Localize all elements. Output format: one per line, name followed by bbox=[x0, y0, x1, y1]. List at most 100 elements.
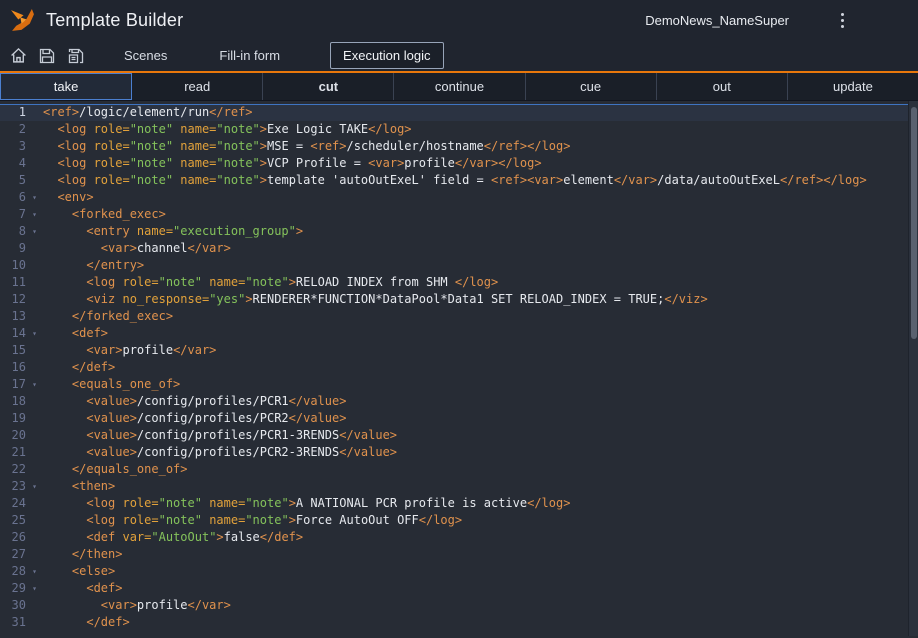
code-line[interactable]: 7▾ <forked_exec> bbox=[0, 206, 918, 223]
code-text: <then> bbox=[43, 478, 918, 495]
code-line[interactable]: 5 <log role="note" name="note">template … bbox=[0, 172, 918, 189]
line-number: 20 bbox=[0, 427, 26, 444]
fold-spacer bbox=[26, 155, 43, 172]
chevron-down-icon[interactable]: ▾ bbox=[26, 376, 43, 393]
code-text: <log role="note" name="note">Exe Logic T… bbox=[43, 121, 918, 138]
code-line[interactable]: 23▾ <then> bbox=[0, 478, 918, 495]
code-line[interactable]: 22 </equals_one_of> bbox=[0, 461, 918, 478]
code-line[interactable]: 6▾ <env> bbox=[0, 189, 918, 206]
code-line[interactable]: 12 <viz no_response="yes">RENDERER*FUNCT… bbox=[0, 291, 918, 308]
toolbar-icons bbox=[8, 46, 86, 66]
fold-spacer bbox=[26, 546, 43, 563]
line-number: 14 bbox=[0, 325, 26, 342]
code-text: </then> bbox=[43, 546, 918, 563]
chevron-down-icon[interactable]: ▾ bbox=[26, 563, 43, 580]
code-text: </forked_exec> bbox=[43, 308, 918, 325]
code-line[interactable]: 19 <value>/config/profiles/PCR2</value> bbox=[0, 410, 918, 427]
fold-spacer bbox=[26, 597, 43, 614]
code-line[interactable]: 31 </def> bbox=[0, 614, 918, 631]
code-line[interactable]: 30 <var>profile</var> bbox=[0, 597, 918, 614]
subtab-continue[interactable]: continue bbox=[394, 73, 525, 100]
code-lines: 1<ref>/logic/element/run</ref>2 <log rol… bbox=[0, 101, 918, 631]
subtab-take[interactable]: take bbox=[0, 73, 132, 100]
code-line[interactable]: 3 <log role="note" name="note">MSE = <re… bbox=[0, 138, 918, 155]
code-text: <log role="note" name="note">Force AutoO… bbox=[43, 512, 918, 529]
code-line[interactable]: 24 <log role="note" name="note">A NATION… bbox=[0, 495, 918, 512]
code-line[interactable]: 25 <log role="note" name="note">Force Au… bbox=[0, 512, 918, 529]
tab-execution-logic[interactable]: Execution logic bbox=[330, 42, 443, 69]
line-number: 5 bbox=[0, 172, 26, 189]
save-as-icon[interactable] bbox=[66, 46, 86, 66]
code-text: <log role="note" name="note">template 'a… bbox=[43, 172, 918, 189]
kebab-menu-icon[interactable] bbox=[835, 10, 850, 31]
code-text: <def> bbox=[43, 580, 918, 597]
code-line[interactable]: 28▾ <else> bbox=[0, 563, 918, 580]
chevron-down-icon[interactable]: ▾ bbox=[26, 325, 43, 342]
subtab-read[interactable]: read bbox=[132, 73, 263, 100]
subtab-update[interactable]: update bbox=[788, 73, 918, 100]
code-line[interactable]: 1<ref>/logic/element/run</ref> bbox=[0, 104, 918, 121]
code-line[interactable]: 8▾ <entry name="execution_group"> bbox=[0, 223, 918, 240]
line-number: 21 bbox=[0, 444, 26, 461]
line-number: 7 bbox=[0, 206, 26, 223]
code-line[interactable]: 29▾ <def> bbox=[0, 580, 918, 597]
line-number: 22 bbox=[0, 461, 26, 478]
line-number: 4 bbox=[0, 155, 26, 172]
scrollbar-thumb[interactable] bbox=[911, 107, 917, 339]
code-text: <value>/config/profiles/PCR2-3RENDS</val… bbox=[43, 444, 918, 461]
code-text: <equals_one_of> bbox=[43, 376, 918, 393]
nav-tabs: Scenes Fill-in form Execution logic bbox=[122, 42, 492, 69]
line-number: 23 bbox=[0, 478, 26, 495]
code-line[interactable]: 14▾ <def> bbox=[0, 325, 918, 342]
line-number: 17 bbox=[0, 376, 26, 393]
line-number: 27 bbox=[0, 546, 26, 563]
code-line[interactable]: 21 <value>/config/profiles/PCR2-3RENDS</… bbox=[0, 444, 918, 461]
code-line[interactable]: 11 <log role="note" name="note">RELOAD I… bbox=[0, 274, 918, 291]
tab-fill-in-form[interactable]: Fill-in form bbox=[217, 43, 282, 68]
code-line[interactable]: 4 <log role="note" name="note">VCP Profi… bbox=[0, 155, 918, 172]
code-line[interactable]: 15 <var>profile</var> bbox=[0, 342, 918, 359]
fold-spacer bbox=[26, 495, 43, 512]
home-icon[interactable] bbox=[8, 46, 28, 66]
code-line[interactable]: 26 <def var="AutoOut">false</def> bbox=[0, 529, 918, 546]
fold-spacer bbox=[26, 104, 43, 121]
code-text: <value>/config/profiles/PCR1</value> bbox=[43, 393, 918, 410]
code-line[interactable]: 13 </forked_exec> bbox=[0, 308, 918, 325]
code-line[interactable]: 18 <value>/config/profiles/PCR1</value> bbox=[0, 393, 918, 410]
fold-spacer bbox=[26, 308, 43, 325]
fold-spacer bbox=[26, 121, 43, 138]
line-number: 11 bbox=[0, 274, 26, 291]
subtab-out[interactable]: out bbox=[657, 73, 788, 100]
tab-scenes[interactable]: Scenes bbox=[122, 43, 169, 68]
code-text: <var>profile</var> bbox=[43, 597, 918, 614]
code-line[interactable]: 20 <value>/config/profiles/PCR1-3RENDS</… bbox=[0, 427, 918, 444]
code-line[interactable]: 2 <log role="note" name="note">Exe Logic… bbox=[0, 121, 918, 138]
chevron-down-icon[interactable]: ▾ bbox=[26, 580, 43, 597]
subtab-cue[interactable]: cue bbox=[526, 73, 657, 100]
code-text: <forked_exec> bbox=[43, 206, 918, 223]
code-line[interactable]: 27 </then> bbox=[0, 546, 918, 563]
chevron-down-icon[interactable]: ▾ bbox=[26, 478, 43, 495]
chevron-down-icon[interactable]: ▾ bbox=[26, 206, 43, 223]
code-line[interactable]: 9 <var>channel</var> bbox=[0, 240, 918, 257]
code-text: </entry> bbox=[43, 257, 918, 274]
chevron-down-icon[interactable]: ▾ bbox=[26, 189, 43, 206]
page-title: Template Builder bbox=[46, 10, 183, 31]
fold-spacer bbox=[26, 461, 43, 478]
fold-spacer bbox=[26, 444, 43, 461]
subtab-cut[interactable]: cut bbox=[263, 73, 394, 100]
scrollbar-track[interactable] bbox=[908, 101, 918, 636]
code-text: <else> bbox=[43, 563, 918, 580]
chevron-down-icon[interactable]: ▾ bbox=[26, 223, 43, 240]
save-icon[interactable] bbox=[37, 46, 57, 66]
code-editor[interactable]: 1<ref>/logic/element/run</ref>2 <log rol… bbox=[0, 101, 918, 636]
fold-spacer bbox=[26, 529, 43, 546]
code-line[interactable]: 16 </def> bbox=[0, 359, 918, 376]
toolbar: Scenes Fill-in form Execution logic bbox=[0, 40, 918, 73]
fold-spacer bbox=[26, 291, 43, 308]
line-number: 6 bbox=[0, 189, 26, 206]
fold-spacer bbox=[26, 257, 43, 274]
code-line[interactable]: 17▾ <equals_one_of> bbox=[0, 376, 918, 393]
fold-spacer bbox=[26, 427, 43, 444]
code-line[interactable]: 10 </entry> bbox=[0, 257, 918, 274]
